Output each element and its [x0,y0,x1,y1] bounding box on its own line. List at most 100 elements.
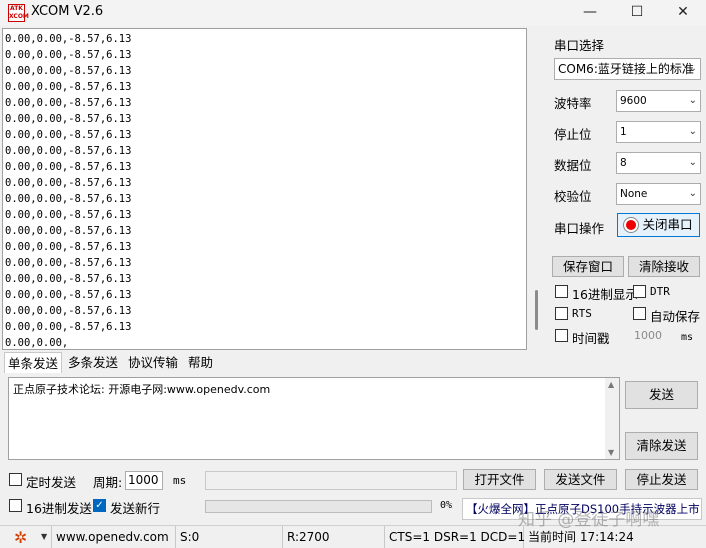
rts-checkbox[interactable] [555,307,568,320]
gear-icon[interactable]: ✲ [14,528,27,547]
close-button[interactable]: ✕ [660,0,706,26]
receive-line: 0.00,0.00,-8.57,6.13 [5,289,132,301]
timestamp-checkbox[interactable] [555,329,568,342]
send-button[interactable]: 发送 [625,381,698,409]
serial-operation-label: 串口操作 [554,221,605,236]
tab-protocol[interactable]: 协议传输 [125,352,181,373]
tab-single-send[interactable]: 单条发送 [4,352,63,373]
rts-label: RTS [572,307,592,320]
data-bits-combo[interactable]: 8 ⌄ [616,152,701,174]
send-progress-bar [205,500,432,513]
send-text: 正点原子技术论坛: 开源电子网:www.openedv.com [13,383,271,396]
close-port-label: 关闭串口 [642,217,693,232]
port-combo[interactable]: COM6:蓝牙链接上的标准 ⌄ [554,58,701,80]
stop-bits-value: 1 [620,126,627,138]
timed-send-checkbox[interactable] [9,473,22,486]
send-newline-label: 发送新行 [110,501,161,516]
receive-line: 0.00,0.00,-8.57,6.13 [5,113,132,125]
parity-combo[interactable]: None ⌄ [616,183,701,205]
status-lines: CTS=1 DSR=1 DCD=1 [386,526,525,548]
minimize-button[interactable]: — [567,0,613,26]
timestamp-interval[interactable]: 1000 [634,329,662,342]
receive-line: 0.00,0.00,-8.57,6.13 [5,241,132,253]
parity-label: 校验位 [554,189,592,204]
scroll-down-icon[interactable]: ▼ [608,448,614,457]
timed-send-label: 定时发送 [26,475,77,490]
chevron-down-icon: ⌄ [688,157,697,168]
receive-line: 0.00,0.00,-8.57,6.13 [5,193,132,205]
status-received: R:2700 [284,526,385,548]
port-value: COM6:蓝牙链接上的标准 [558,62,694,76]
receive-line: 0.00,0.00,-8.57,6.13 [5,65,132,77]
hex-display-label: 16进制显示 [572,287,638,302]
send-newline-checkbox[interactable]: ✓ [93,499,106,512]
maximize-button[interactable]: ☐ [614,0,660,26]
chevron-down-icon: ⌄ [688,188,697,199]
receive-line: 0.00,0.00,-8.57,6.13 [5,145,132,157]
hex-send-checkbox[interactable] [9,499,22,512]
open-file-button[interactable]: 打开文件 [463,469,536,490]
receive-textarea[interactable]: 0.00,0.00,-8.57,6.13 0.00,0.00,-8.57,6.13… [2,28,527,350]
receive-lines: 0.00,0.00,-8.57,6.13 0.00,0.00,-8.57,6.13… [5,31,132,349]
clear-send-button[interactable]: 清除发送 [625,432,698,460]
title-bar: ATK XCOM XCOM V2.6 — ☐ ✕ [0,0,706,26]
send-file-button[interactable]: 发送文件 [544,469,617,490]
chevron-down-icon[interactable]: ▼ [38,526,52,548]
hex-send-label: 16进制发送 [26,501,92,516]
baud-value: 9600 [620,95,647,107]
receive-scroll-thumb[interactable] [535,290,538,330]
auto-save-checkbox[interactable] [633,307,646,320]
baud-combo[interactable]: 9600 ⌄ [616,90,701,112]
receive-line: 0.00,0.00,-8.57,6.13 [5,273,132,285]
stop-bits-label: 停止位 [554,127,592,142]
receive-line: 0.00,0.00,-8.57,6.13 [5,209,132,221]
receive-line: 0.00,0.00,-8.57,6.13 [5,257,132,269]
receive-line: 0.00,0.00,-8.57,6.13 [5,129,132,141]
receive-line: 0.00,0.00,-8.57,6.13 [5,305,132,317]
stop-send-button[interactable]: 停止发送 [625,469,698,490]
baud-label: 波特率 [554,96,592,111]
status-url[interactable]: www.openedv.com [53,526,176,548]
hex-display-checkbox[interactable] [555,285,568,298]
data-bits-label: 数据位 [554,158,592,173]
receive-line: 0.00,0.00,-8.57,6.13 [5,97,132,109]
receive-scrollbar[interactable] [528,28,544,350]
receive-line: 0.00,0.00,-8.57,6.13 [5,33,132,45]
chevron-down-icon: ⌄ [688,63,697,74]
clear-receive-button[interactable]: 清除接收 [628,256,700,277]
receive-line: 0.00,0.00,-8.57,6.13 [5,321,132,333]
port-status-icon [624,218,638,232]
receive-line: 0.00,0.00,-8.57,6.13 [5,81,132,93]
port-select-label: 串口选择 [554,38,605,53]
receive-line: 0.00,0.00,-8.57,6.13 [5,49,132,61]
scroll-up-icon[interactable]: ▲ [608,380,614,389]
period-label: 周期: [93,475,123,490]
chevron-down-icon: ⌄ [688,95,697,106]
status-sent: S:0 [177,526,283,548]
progress-percent: 0% [440,500,453,511]
dtr-label: DTR [650,285,670,298]
period-input[interactable]: 1000 [125,471,163,490]
dtr-checkbox[interactable] [633,285,646,298]
timestamp-unit: ms [681,332,694,343]
receive-line: 0.00,0.00,-8.57,6.13 [5,161,132,173]
data-bits-value: 8 [620,157,627,169]
chevron-down-icon: ⌄ [688,126,697,137]
xcom-app-icon: ATK XCOM [8,4,29,22]
receive-line: 0.00,0.00, [5,337,69,349]
window-title: XCOM V2.6 [31,4,104,19]
close-port-button[interactable]: 关闭串口 [617,213,700,237]
stop-bits-combo[interactable]: 1 ⌄ [616,121,701,143]
receive-line: 0.00,0.00,-8.57,6.13 [5,225,132,237]
tab-multi-send[interactable]: 多条发送 [65,352,121,373]
auto-save-label: 自动保存 [650,309,701,324]
send-scrollbar[interactable]: ▲ ▼ [605,378,619,459]
file-path-field[interactable] [205,471,457,490]
parity-value: None [620,188,648,200]
period-unit: ms [173,474,187,487]
save-window-button[interactable]: 保存窗口 [552,256,624,277]
tab-help[interactable]: 帮助 [185,352,216,373]
send-textarea[interactable]: 正点原子技术论坛: 开源电子网:www.openedv.com ▲ ▼ [8,377,620,460]
timestamp-label: 时间戳 [572,331,610,346]
receive-line: 0.00,0.00,-8.57,6.13 [5,177,132,189]
